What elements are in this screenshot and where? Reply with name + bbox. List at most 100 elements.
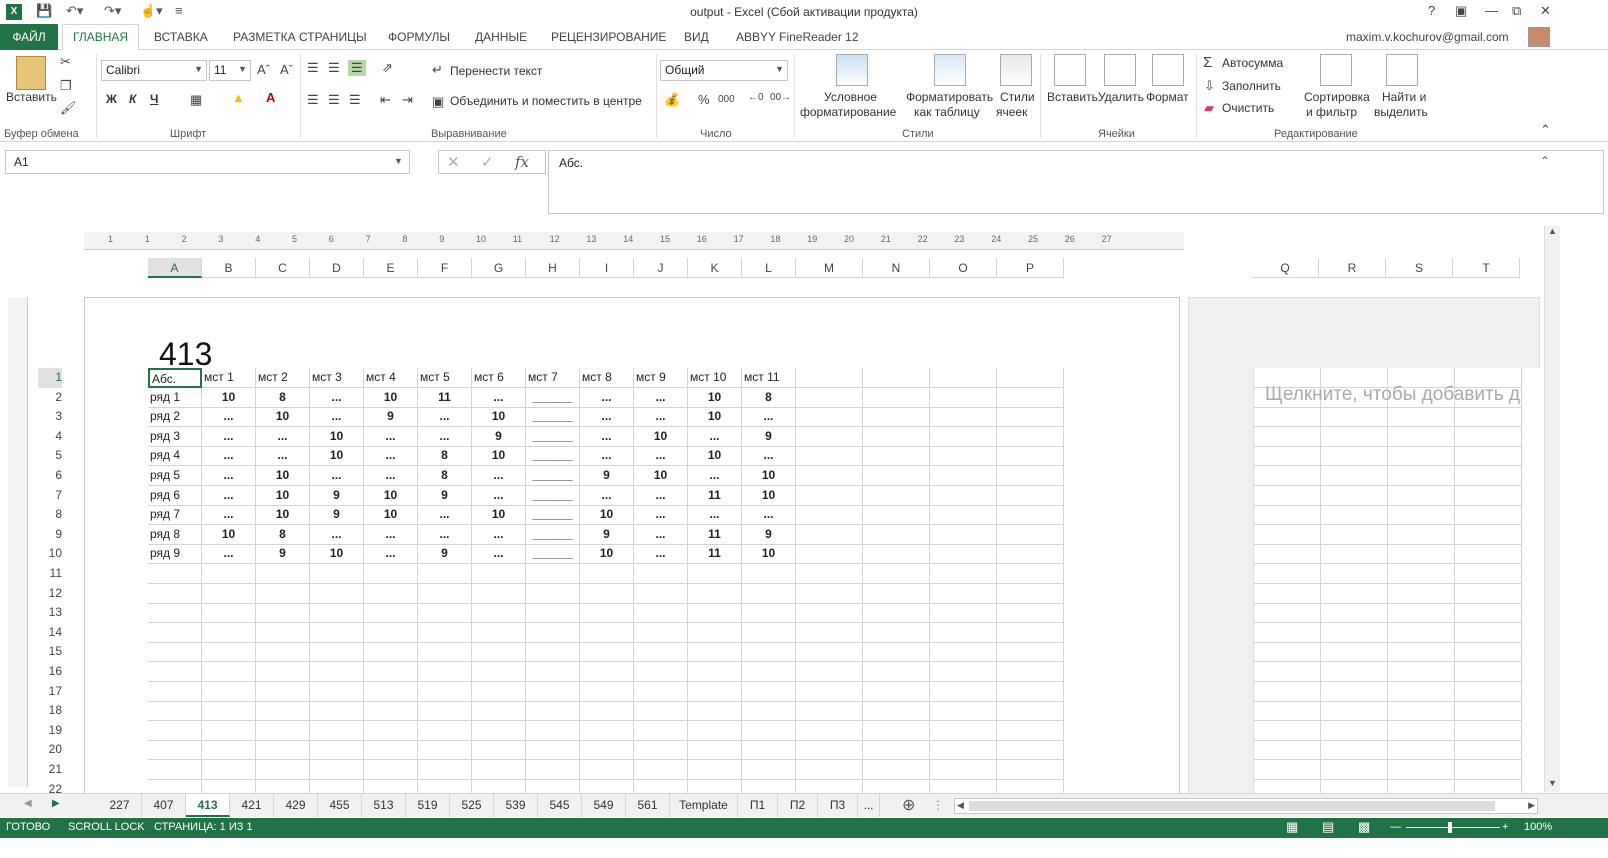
empty-cell[interactable] <box>364 603 418 624</box>
empty-cell[interactable] <box>256 760 310 780</box>
empty-cell[interactable] <box>742 662 796 682</box>
empty-cell[interactable] <box>1455 505 1522 526</box>
table-cell[interactable]: 10 <box>256 466 310 486</box>
empty-cell[interactable] <box>1321 740 1388 761</box>
empty-cell[interactable] <box>863 564 930 584</box>
table-cell[interactable]: ... <box>580 446 634 467</box>
empty-cell[interactable] <box>580 642 634 663</box>
empty-cell[interactable] <box>1254 760 1321 780</box>
header-cell[interactable]: мст 10 <box>688 368 742 388</box>
empty-cell[interactable] <box>742 622 796 643</box>
empty-cell[interactable] <box>796 426 863 447</box>
row-header[interactable]: 19 <box>38 721 62 741</box>
empty-cell[interactable] <box>863 681 930 702</box>
empty-cell[interactable] <box>1455 642 1522 663</box>
table-cell[interactable]: ... <box>472 544 526 565</box>
empty-cell[interactable] <box>256 642 310 663</box>
table-cell[interactable]: ... <box>742 446 796 467</box>
sheet-tab[interactable]: 561 <box>626 794 670 817</box>
empty-cell[interactable] <box>997 387 1064 408</box>
empty-cell[interactable] <box>930 701 997 722</box>
sheet-tab[interactable]: 413 <box>186 794 230 817</box>
increase-font-icon[interactable]: Aˆ <box>257 62 270 77</box>
empty-cell[interactable] <box>796 544 863 565</box>
empty-cell[interactable] <box>930 603 997 624</box>
sheet-tab[interactable]: ... <box>858 794 880 817</box>
empty-cell[interactable] <box>1321 603 1388 624</box>
empty-cell[interactable] <box>1455 544 1522 565</box>
table-cell[interactable]: ... <box>688 426 742 447</box>
table-cell[interactable]: 8 <box>256 524 310 545</box>
empty-cell[interactable] <box>997 583 1064 604</box>
empty-cell[interactable] <box>526 701 580 722</box>
header-cell[interactable]: мст 2 <box>256 368 310 388</box>
table-cell[interactable]: 9 <box>580 524 634 545</box>
table-cell[interactable]: 10 <box>634 426 688 447</box>
name-box[interactable]: A1 <box>5 150 410 174</box>
empty-cell[interactable] <box>997 485 1064 506</box>
table-cell[interactable]: ... <box>472 485 526 506</box>
table-cell[interactable]: 10 <box>202 524 256 545</box>
ribbon-display-icon[interactable]: ▣ <box>1455 3 1467 19</box>
table-cell[interactable]: 11 <box>688 485 742 506</box>
table-cell[interactable]: 8 <box>742 387 796 408</box>
empty-cell[interactable] <box>1321 426 1388 447</box>
table-cell[interactable]: ... <box>310 524 364 545</box>
table-cell[interactable]: ... <box>472 387 526 408</box>
table-cell[interactable]: ... <box>202 407 256 428</box>
empty-cell[interactable] <box>1455 564 1522 584</box>
empty-cell[interactable] <box>863 760 930 780</box>
empty-cell[interactable] <box>526 642 580 663</box>
zoom-level[interactable]: 100% <box>1524 821 1552 833</box>
empty-cell[interactable] <box>930 564 997 584</box>
table-cell[interactable]: ряд 1 <box>148 387 202 408</box>
empty-cell[interactable] <box>997 544 1064 565</box>
table-cell[interactable]: ... <box>202 466 256 486</box>
table-cell[interactable]: ______ <box>526 407 580 428</box>
empty-cell[interactable] <box>580 662 634 682</box>
empty-cell[interactable] <box>148 720 202 741</box>
empty-cell[interactable] <box>472 720 526 741</box>
empty-cell[interactable] <box>688 603 742 624</box>
empty-cell[interactable] <box>1455 603 1522 624</box>
empty-cell[interactable] <box>930 720 997 741</box>
decrease-font-icon[interactable]: Aˇ <box>280 62 293 77</box>
table-cell[interactable]: ряд 2 <box>148 407 202 428</box>
sheet-tab[interactable]: 519 <box>406 794 450 817</box>
empty-cell[interactable] <box>688 642 742 663</box>
sheet-tab[interactable]: П3 <box>818 794 858 817</box>
empty-cell[interactable] <box>418 603 472 624</box>
sheet-tab[interactable]: П1 <box>738 794 778 817</box>
table-cell[interactable]: 10 <box>310 446 364 467</box>
empty-cell[interactable] <box>1321 720 1388 741</box>
empty-cell[interactable] <box>863 701 930 722</box>
sheet-tab[interactable]: 545 <box>538 794 582 817</box>
empty-cell[interactable] <box>310 564 364 584</box>
table-cell[interactable]: ______ <box>526 485 580 506</box>
empty-cell[interactable] <box>472 681 526 702</box>
empty-cell[interactable] <box>1254 681 1321 702</box>
empty-cell[interactable] <box>796 466 863 486</box>
empty-cell[interactable] <box>1388 426 1455 447</box>
empty-cell[interactable] <box>148 583 202 604</box>
zoom-slider-thumb[interactable] <box>1448 822 1452 833</box>
empty-cell[interactable] <box>310 583 364 604</box>
empty-cell[interactable] <box>930 446 997 467</box>
table-cell[interactable]: 10 <box>472 407 526 428</box>
empty-cell[interactable] <box>796 446 863 467</box>
table-cell[interactable]: 10 <box>364 485 418 506</box>
empty-cell[interactable] <box>1254 622 1321 643</box>
empty-cell[interactable] <box>1254 446 1321 467</box>
empty-cell[interactable] <box>796 407 863 428</box>
empty-cell[interactable] <box>863 485 930 506</box>
empty-cell[interactable] <box>634 760 688 780</box>
table-cell[interactable]: ... <box>634 387 688 408</box>
empty-cell[interactable] <box>796 583 863 604</box>
empty-cell[interactable] <box>202 760 256 780</box>
empty-cell[interactable] <box>1388 466 1455 486</box>
empty-cell[interactable] <box>256 662 310 682</box>
sheet-tab[interactable]: 525 <box>450 794 494 817</box>
table-cell[interactable]: 10 <box>310 544 364 565</box>
empty-cell[interactable] <box>1254 642 1321 663</box>
table-cell[interactable]: ... <box>202 485 256 506</box>
